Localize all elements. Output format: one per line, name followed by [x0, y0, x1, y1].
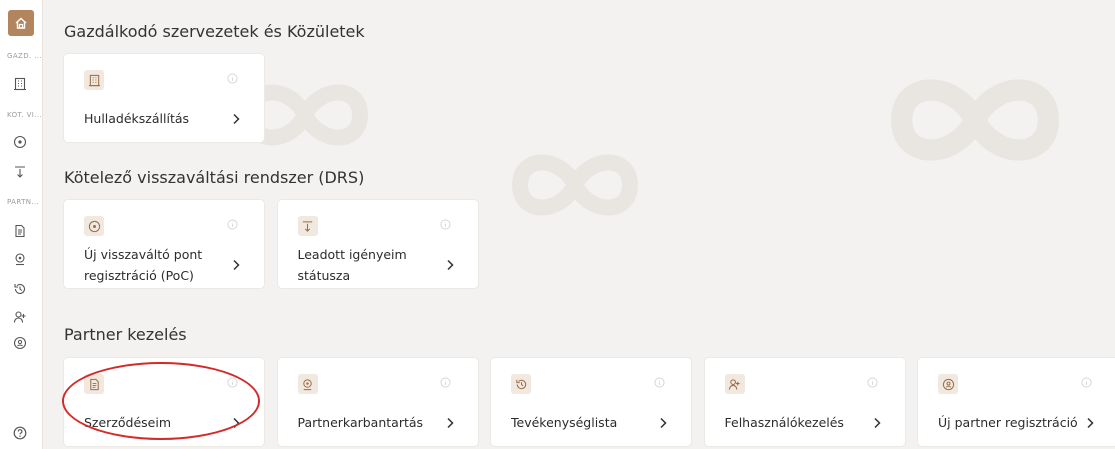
card-building[interactable]: Hulladékszállítás [64, 54, 264, 142]
map-pin-icon [303, 378, 312, 390]
card-label-line: Tevékenységlista [511, 415, 618, 430]
card-label: Felhasználókezelés [725, 412, 844, 433]
card-history[interactable]: Tevékenységlista [491, 358, 691, 446]
help-icon [13, 426, 27, 440]
card-pin-badge[interactable]: Új partner regisztráció [918, 358, 1115, 446]
card-label-line: Hulladékszállítás [84, 111, 190, 126]
card-location-pin[interactable]: Új visszaváltó pont regisztráció (PoC) [64, 200, 264, 288]
info-icon[interactable] [226, 72, 238, 84]
sidebar-group-label: PARTN... [7, 198, 40, 206]
card-map-pin[interactable]: Partnerkarbantartás [277, 358, 478, 446]
section-title: Gazdálkodó szervezetek és Közületek [64, 22, 365, 41]
sidebar-item-add-user[interactable] [11, 308, 29, 326]
card-label-line: regisztráció (PoC) [84, 268, 194, 283]
location-pin-icon [13, 135, 27, 149]
card-label-line: Felhasználókezelés [724, 415, 844, 430]
pin-badge-icon [942, 378, 954, 390]
chevron-right-icon [230, 112, 242, 126]
highlight-ring [62, 362, 260, 440]
card-label: Partnerkarbantartás [298, 412, 424, 433]
card-label: Új visszaváltó pont regisztráció (PoC) [84, 244, 202, 286]
card-label-line: státusza [297, 268, 351, 283]
map-pin-icon [15, 253, 25, 266]
sidebar-item-map-pin[interactable] [11, 250, 29, 268]
sidebar-group-label: GAZD. ... [7, 52, 41, 60]
sidebar-item-document[interactable] [11, 222, 29, 240]
sidebar-group-label: KÖT. VI... [7, 111, 41, 119]
card-label: Tevékenységlista [511, 412, 617, 433]
card-label: Új partner regisztráció [938, 412, 1078, 433]
card-label: Hulladékszállítás [84, 108, 189, 129]
card-label: Leadott igényeim státusza [298, 244, 407, 286]
chevron-right-icon [871, 416, 883, 430]
card-icon-box [297, 374, 318, 394]
card-label-line: Új partner regisztráció [938, 415, 1078, 430]
info-icon[interactable] [867, 376, 879, 388]
section-title: Partner kezelés [64, 325, 187, 344]
card-icon-box [297, 216, 318, 236]
info-icon[interactable] [440, 218, 452, 230]
card-icon-box [84, 70, 104, 90]
section-title: Kötelező visszaváltási rendszer (DRS) [64, 168, 365, 187]
card-add-user[interactable]: Felhasználókezelés [704, 358, 905, 446]
location-pin-icon [88, 220, 100, 232]
card-icon-box [84, 216, 104, 236]
building-icon [88, 74, 100, 86]
sidebar-item-pin-badge[interactable] [11, 334, 29, 352]
add-user-icon [728, 378, 740, 390]
help-button[interactable] [11, 424, 29, 442]
card-download[interactable]: Leadott igényeim státusza [277, 200, 478, 288]
chevron-right-icon [657, 416, 669, 430]
download-icon [15, 166, 25, 178]
home-icon [15, 17, 27, 29]
card-icon-box [724, 374, 745, 394]
sidebar-item-download[interactable] [11, 163, 29, 181]
watermark-logo [511, 154, 639, 216]
chevron-right-icon [230, 258, 242, 272]
history-icon [515, 379, 526, 389]
sidebar: GAZD. ... KÖT. VI... PARTN... [0, 0, 43, 449]
card-label-line: Leadott igényeim [297, 247, 407, 262]
card-label-line: Partnerkarbantartás [297, 415, 424, 430]
download-icon [302, 220, 313, 232]
building-icon [14, 77, 26, 91]
watermark-logo [890, 79, 1060, 161]
history-icon [14, 283, 26, 294]
sidebar-item-building[interactable] [11, 75, 29, 93]
info-icon[interactable] [653, 376, 665, 388]
chevron-right-icon [444, 416, 456, 430]
add-user-icon [13, 311, 26, 323]
info-icon[interactable] [1080, 376, 1092, 388]
info-icon[interactable] [226, 218, 238, 230]
pin-badge-icon [13, 336, 27, 350]
home-button[interactable] [8, 10, 34, 36]
chevron-right-icon [444, 258, 456, 272]
info-icon[interactable] [440, 376, 452, 388]
card-label-line: Új visszaváltó pont [84, 247, 203, 262]
sidebar-item-location[interactable] [11, 133, 29, 151]
card-icon-box [511, 374, 531, 394]
card-icon-box [938, 374, 958, 394]
document-icon [15, 224, 25, 238]
chevron-right-icon [1084, 416, 1096, 430]
sidebar-item-history[interactable] [11, 280, 29, 298]
